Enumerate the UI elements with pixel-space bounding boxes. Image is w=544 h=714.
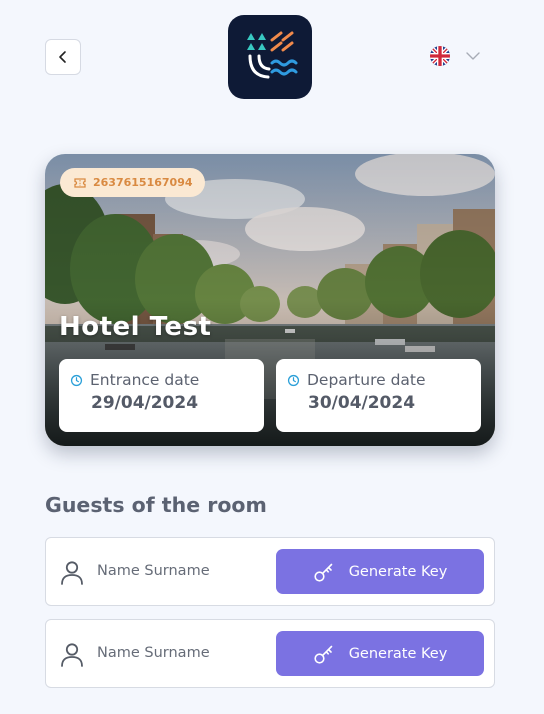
generate-key-label: Generate Key	[348, 563, 448, 580]
logo-mark-icon	[247, 31, 298, 79]
entrance-date-value: 29/04/2024	[91, 393, 199, 413]
booking-number-badge: 2637615167094	[60, 168, 205, 197]
hotel-name: Hotel Test	[59, 312, 212, 342]
clock-icon	[70, 374, 83, 386]
back-button[interactable]	[45, 39, 81, 75]
generate-key-button[interactable]: Generate Key	[276, 631, 484, 676]
clock-icon	[287, 374, 300, 386]
guest-name: Name Surname	[97, 563, 210, 579]
ticket-icon	[74, 177, 86, 188]
guests-section-title: Guests of the room	[45, 493, 267, 517]
person-icon	[61, 561, 83, 585]
guest-name: Name Surname	[97, 645, 210, 661]
generate-key-button[interactable]: Generate Key	[276, 549, 484, 594]
chevron-left-icon	[59, 51, 66, 63]
entrance-date-box: Entrance date 29/04/2024	[59, 359, 264, 432]
chevron-down-icon	[466, 52, 480, 60]
app-logo	[228, 15, 312, 99]
booking-number: 2637615167094	[93, 176, 193, 189]
key-icon	[314, 563, 332, 582]
hotel-card: 2637615167094 Hotel Test Entrance date 2…	[45, 154, 495, 446]
departure-date-value: 30/04/2024	[308, 393, 416, 413]
guest-row: Name Surname Generate Key	[45, 537, 495, 606]
departure-date-label: Departure date	[307, 371, 426, 389]
departure-date-box: Departure date 30/04/2024	[276, 359, 481, 432]
guest-row: Name Surname Generate Key	[45, 619, 495, 688]
person-icon	[61, 643, 83, 667]
key-icon	[314, 645, 332, 664]
language-selector[interactable]	[430, 46, 480, 66]
entrance-date-label: Entrance date	[90, 371, 200, 389]
uk-flag-icon	[430, 46, 450, 66]
generate-key-label: Generate Key	[348, 645, 448, 662]
